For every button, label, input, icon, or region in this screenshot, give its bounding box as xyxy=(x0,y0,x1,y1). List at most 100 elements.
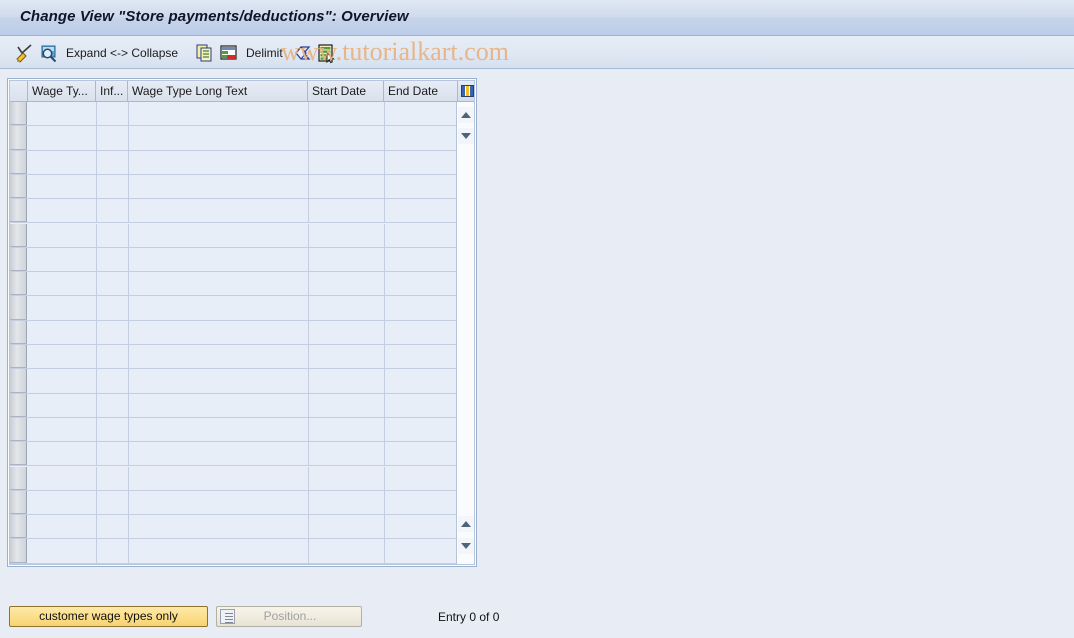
column-divider xyxy=(128,150,129,175)
column-divider xyxy=(96,320,97,345)
scroll-down-icon[interactable] xyxy=(458,128,474,144)
table-row-background xyxy=(28,296,458,320)
row-selector-button[interactable] xyxy=(10,272,27,296)
table-row[interactable] xyxy=(10,150,474,175)
column-divider xyxy=(128,102,129,127)
table-vertical-scrollbar[interactable] xyxy=(456,102,474,564)
table-header-row: Wage Ty... Inf... Wage Type Long Text St… xyxy=(10,81,474,102)
scroll-page-down-arrow-glyph xyxy=(461,543,471,549)
select-all-diamond-icon[interactable] xyxy=(293,36,315,69)
scroll-page-down-icon[interactable] xyxy=(458,538,474,554)
table-row[interactable] xyxy=(10,223,474,248)
row-selector-button[interactable] xyxy=(10,466,27,490)
position-button[interactable]: Position... xyxy=(216,606,362,627)
row-selector-button[interactable] xyxy=(10,296,27,320)
table-row-background xyxy=(28,150,458,174)
table-row[interactable] xyxy=(10,393,474,418)
row-selector-button[interactable] xyxy=(10,417,27,442)
table-row[interactable] xyxy=(10,174,474,200)
header-end-date[interactable]: End Date xyxy=(384,81,458,101)
column-divider xyxy=(128,393,129,418)
column-divider xyxy=(308,320,309,345)
column-divider xyxy=(96,442,97,467)
row-selector-button[interactable] xyxy=(10,442,27,466)
row-selector-button[interactable] xyxy=(10,539,27,563)
table-row[interactable] xyxy=(10,102,474,127)
column-divider xyxy=(96,345,97,370)
scroll-up-icon[interactable] xyxy=(458,107,474,123)
table-row[interactable] xyxy=(10,515,474,540)
delimit-button[interactable]: Delimit xyxy=(246,36,283,69)
column-divider xyxy=(128,515,129,540)
table-row-background xyxy=(28,126,458,150)
column-divider xyxy=(308,515,309,540)
column-divider xyxy=(96,126,97,151)
table-row[interactable] xyxy=(10,199,474,224)
row-selector-button[interactable] xyxy=(10,345,27,369)
column-divider xyxy=(96,539,97,564)
table-row[interactable] xyxy=(10,247,474,273)
customer-wage-types-only-button[interactable]: customer wage types only xyxy=(9,606,208,627)
select-block-icon[interactable] xyxy=(315,36,337,69)
table-row[interactable] xyxy=(10,320,474,345)
row-selector-button[interactable] xyxy=(10,102,27,126)
row-selector-button[interactable] xyxy=(10,320,27,344)
header-row-selector-corner[interactable] xyxy=(10,81,28,101)
check-pencil-glyph xyxy=(14,42,36,64)
column-divider xyxy=(384,490,385,516)
display-magnifier-icon[interactable] xyxy=(38,36,60,69)
table-row[interactable] xyxy=(10,490,474,516)
column-divider xyxy=(384,466,385,491)
table-row-background xyxy=(28,442,458,466)
column-divider xyxy=(308,272,309,297)
row-selector-button[interactable] xyxy=(10,490,27,515)
table-settings-icon[interactable] xyxy=(458,81,474,101)
column-divider xyxy=(128,296,129,321)
table-row-background xyxy=(28,539,458,563)
column-divider xyxy=(384,369,385,394)
table-row[interactable] xyxy=(10,126,474,151)
table-grid: Wage Ty... Inf... Wage Type Long Text St… xyxy=(9,80,475,565)
check-pencil-icon[interactable] xyxy=(14,36,36,69)
table-row-background xyxy=(28,369,458,393)
column-divider xyxy=(128,442,129,467)
table-body xyxy=(10,102,474,564)
row-selector-button[interactable] xyxy=(10,247,27,272)
header-start-date[interactable]: Start Date xyxy=(308,81,384,101)
row-selector-button[interactable] xyxy=(10,126,27,150)
row-selector-button[interactable] xyxy=(10,369,27,393)
row-selector-button[interactable] xyxy=(10,199,27,223)
delimit-label: Delimit xyxy=(246,45,283,60)
row-selector-button[interactable] xyxy=(10,223,27,247)
table-row[interactable] xyxy=(10,539,474,564)
scroll-page-up-icon[interactable] xyxy=(458,516,474,532)
table-row[interactable] xyxy=(10,345,474,370)
window-title-bar: Change View "Store payments/deductions":… xyxy=(0,0,1074,36)
column-divider xyxy=(96,272,97,297)
table-row[interactable] xyxy=(10,442,474,467)
row-selector-button[interactable] xyxy=(10,174,27,199)
row-selector-button[interactable] xyxy=(10,150,27,174)
row-selector-button[interactable] xyxy=(10,393,27,417)
column-divider xyxy=(128,272,129,297)
row-selector-button[interactable] xyxy=(10,515,27,539)
table-row-background xyxy=(28,199,458,223)
header-wage-type-long-text[interactable]: Wage Type Long Text xyxy=(128,81,308,101)
footer-bar: customer wage types only Position... Ent… xyxy=(0,600,1074,638)
table-row[interactable] xyxy=(10,272,474,297)
copy-as-icon[interactable] xyxy=(194,36,216,69)
table-row[interactable] xyxy=(10,369,474,394)
table-row[interactable] xyxy=(10,466,474,491)
header-wage-type[interactable]: Wage Ty... xyxy=(28,81,96,101)
column-divider xyxy=(128,320,129,345)
header-infotype[interactable]: Inf... xyxy=(96,81,128,101)
column-divider xyxy=(96,515,97,540)
expand-collapse-button[interactable]: Expand <-> Collapse xyxy=(66,36,178,69)
table-row[interactable] xyxy=(10,296,474,321)
column-divider xyxy=(96,247,97,273)
delete-row-icon[interactable] xyxy=(218,36,240,69)
table-row[interactable] xyxy=(10,417,474,443)
column-divider xyxy=(308,490,309,516)
column-divider xyxy=(128,417,129,443)
column-divider xyxy=(308,150,309,175)
